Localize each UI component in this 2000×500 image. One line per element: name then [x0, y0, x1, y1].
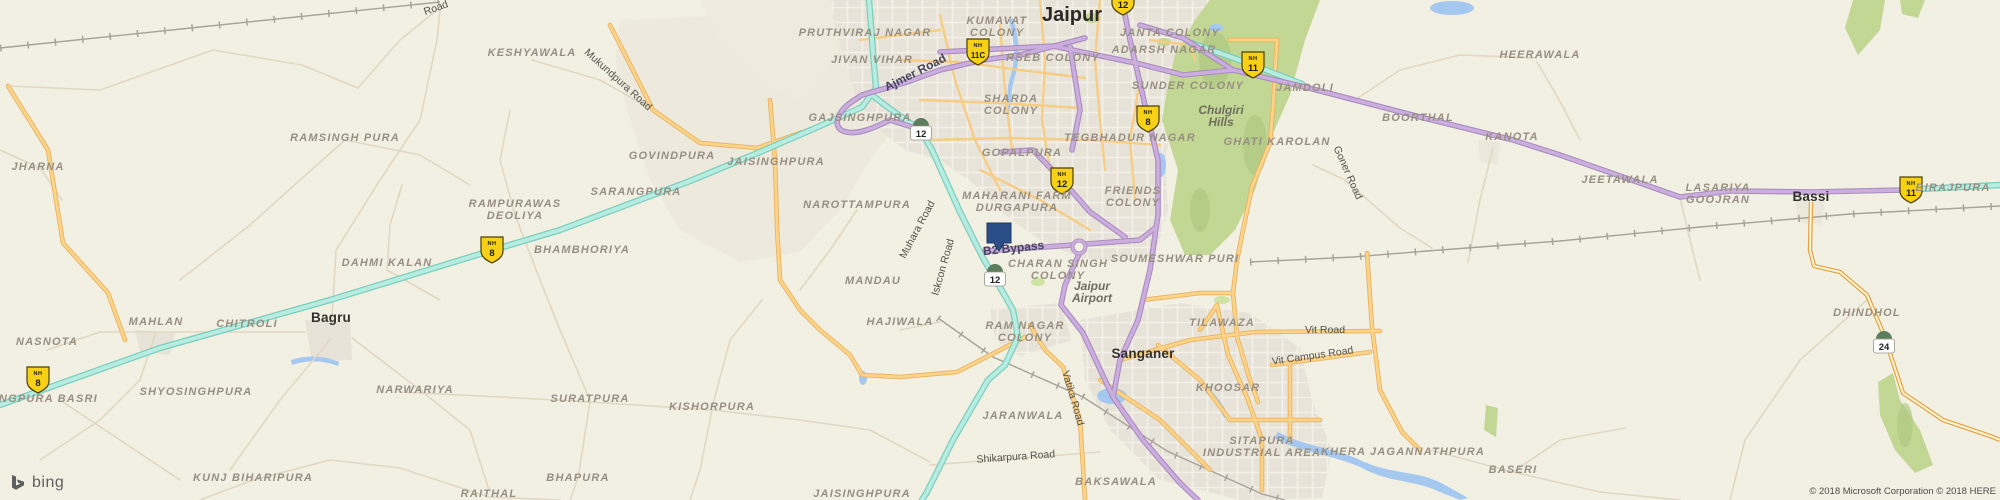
- svg-text:8: 8: [489, 248, 494, 259]
- map-label: KESHYAWALA: [488, 47, 577, 59]
- map-label: JHARNA: [11, 161, 64, 173]
- map-label: SOUMESHWAR PURI: [1111, 253, 1240, 265]
- map-label: KUNJ BIHARIPURA: [193, 472, 313, 484]
- map-label: TEGBHADUR NAGAR: [1064, 132, 1196, 144]
- map-label: Bagru: [311, 310, 351, 325]
- map-label: RAITHAL: [461, 488, 518, 500]
- map-label: JAISINGHPURA: [727, 156, 825, 168]
- map-label: KHERA JAGANNATHPURA: [1321, 446, 1485, 458]
- map-label: DAHMI KALAN: [342, 257, 433, 269]
- map-viewport[interactable]: NH8NH8NH8NH11CNH12NH11NH11SH12121224 Jai…: [0, 0, 2000, 500]
- map-label: MAHLAN: [129, 316, 184, 328]
- map-label: ADARSH NAGAR: [1111, 44, 1217, 56]
- map-label: SHARDACOLONY: [984, 93, 1039, 117]
- map-label: BHAMBHORIYA: [534, 244, 630, 256]
- map-label: BAKSAWALA: [1075, 476, 1157, 488]
- map-label: TILAWAZA: [1189, 317, 1255, 329]
- map-label: GOPALPURA: [982, 147, 1062, 159]
- map-label: JAMDOLI: [1276, 82, 1334, 94]
- map-label: JAISINGHPURA: [813, 488, 911, 500]
- bing-logo-text: bing: [32, 474, 64, 492]
- svg-text:NH: NH: [1249, 56, 1258, 62]
- map-label: SHYOSINGHPURA: [140, 386, 253, 398]
- map-label: Bassi: [1792, 189, 1829, 204]
- map-label: DHINDHOL: [1833, 307, 1901, 319]
- map-label: KANOTA: [1485, 131, 1538, 143]
- svg-text:12: 12: [990, 275, 1001, 286]
- map-label: KISHORPURA: [669, 401, 755, 413]
- bing-logo-icon: [10, 475, 27, 492]
- map-label: FRIENDSCOLONY: [1105, 185, 1162, 209]
- map-label: LASARIYAGOOJRAN: [1685, 182, 1750, 206]
- map-label: NAROTTAMPURA: [803, 199, 911, 211]
- map-label: BASERI: [1489, 464, 1538, 476]
- map-canvas[interactable]: NH8NH8NH8NH11CNH12NH11NH11SH12121224 Jai…: [0, 0, 2000, 500]
- map-label: KHOOSAR: [1196, 382, 1261, 394]
- map-label: SUNDER COLONY: [1132, 80, 1245, 92]
- map-label: JEETAWALA: [1581, 174, 1658, 186]
- svg-text:11: 11: [1248, 63, 1259, 74]
- map-label: JIVAN VIHAR: [831, 54, 913, 66]
- map-label: BIRAJPURA: [1916, 182, 1991, 194]
- map-label: BHAPURA: [546, 472, 609, 484]
- map-label: SINGPURA BASRI: [0, 393, 98, 405]
- map-label: SURATPURA: [550, 393, 629, 405]
- svg-text:11C: 11C: [971, 51, 985, 60]
- map-label: SARANGPURA: [591, 186, 682, 198]
- map-label: Vit Road: [1305, 324, 1345, 336]
- map-label: GHATI KAROLAN: [1223, 136, 1330, 148]
- map-label: RAMSINGH PURA: [290, 132, 400, 144]
- svg-text:NH: NH: [1144, 110, 1153, 116]
- svg-text:NH: NH: [488, 241, 497, 247]
- map-label: JANTA COLONY: [1120, 27, 1220, 39]
- svg-text:12: 12: [1118, 0, 1129, 11]
- map-label: NARWARIYA: [376, 384, 454, 396]
- svg-text:12: 12: [1057, 179, 1068, 190]
- map-label: Sanganer: [1111, 346, 1175, 361]
- svg-text:24: 24: [1879, 342, 1890, 353]
- map-label: NASNOTA: [16, 336, 78, 348]
- map-label: HAJIWALA: [866, 316, 933, 328]
- svg-text:8: 8: [35, 378, 40, 389]
- svg-text:NH: NH: [974, 43, 983, 49]
- map-label: MAHARANI FARMDURGAPURA: [962, 190, 1072, 214]
- map-attribution: © 2018 Microsoft Corporation © 2018 HERE: [1809, 486, 1996, 497]
- map-label: RSEB COLONY: [1006, 52, 1100, 64]
- map-label: GAJSINGHPURA: [808, 112, 911, 124]
- svg-text:NH: NH: [34, 371, 43, 377]
- map-label: PRUTHVIRAJ NAGAR: [799, 27, 932, 39]
- map-label: KUMAVATCOLONY: [967, 15, 1028, 39]
- map-label: BOORTHAL: [1382, 112, 1454, 124]
- svg-text:NH: NH: [1058, 172, 1067, 178]
- svg-text:12: 12: [916, 129, 927, 140]
- bing-logo[interactable]: bing: [10, 474, 64, 492]
- map-label: GOVINDPURA: [629, 150, 716, 162]
- map-label: CHITROLI: [216, 318, 278, 330]
- map-label: JARANWALA: [982, 410, 1063, 422]
- svg-text:NH: NH: [1907, 181, 1916, 187]
- svg-text:8: 8: [1145, 117, 1150, 128]
- map-label: JaipurAirport: [1071, 279, 1113, 305]
- map-label: MANDAU: [845, 275, 901, 287]
- map-label: Jaipur: [1042, 4, 1102, 26]
- map-label: HEERAWALA: [1499, 49, 1580, 61]
